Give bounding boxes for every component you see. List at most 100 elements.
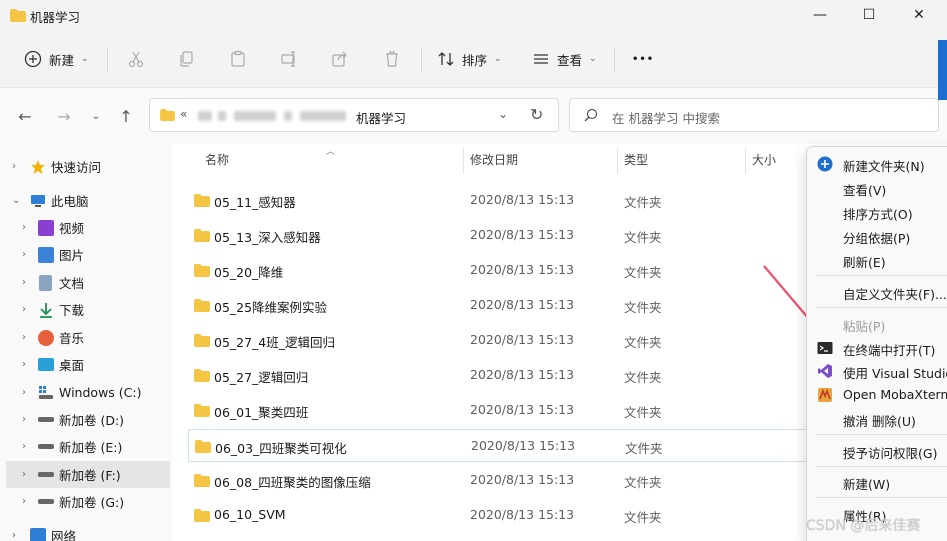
table-row[interactable]: 06_01_聚类四班 2020/8/13 15:13 文件夹 <box>188 394 828 427</box>
more-options-button[interactable]: ••• <box>632 45 654 73</box>
file-date: 2020/8/13 15:13 <box>470 297 575 312</box>
chevron-right-icon[interactable]: › <box>22 469 26 480</box>
address-dropdown-icon[interactable]: ⌄ <box>498 107 508 121</box>
menu-item-give-access[interactable]: 授予访问权限(G) <box>807 439 947 463</box>
share-button[interactable] <box>328 47 352 71</box>
chevron-right-icon[interactable]: › <box>22 222 26 233</box>
sidebar-item-drive-g[interactable]: › 新加卷 (G:) <box>0 488 172 515</box>
file-type: 文件夹 <box>624 300 662 315</box>
recent-locations-chevron-icon[interactable]: ⌄ <box>84 104 108 128</box>
sidebar-item-drive-d[interactable]: › 新加卷 (D:) <box>0 406 172 433</box>
sidebar-item-drive-c[interactable]: › Windows (C:) <box>0 379 172 406</box>
column-divider[interactable] <box>463 148 464 174</box>
sidebar-item-videos[interactable]: › 视频 <box>0 214 172 241</box>
menu-item-label: 新建文件夹(N) <box>843 159 925 174</box>
chevron-right-icon[interactable]: › <box>22 277 26 288</box>
chevron-right-icon[interactable]: › <box>22 496 26 507</box>
menu-item-view[interactable]: 查看(V) <box>807 176 947 200</box>
sidebar-item-drive-e[interactable]: › 新加卷 (E:) <box>0 433 172 460</box>
file-name: 06_10_SVM <box>214 507 286 522</box>
paste-button[interactable] <box>226 47 250 71</box>
cut-button[interactable] <box>124 47 148 71</box>
column-header-type[interactable]: 类型 <box>624 151 648 168</box>
column-header-date[interactable]: 修改日期 <box>470 151 518 168</box>
share-icon <box>332 51 347 67</box>
table-row[interactable]: 05_27_逻辑回归 2020/8/13 15:13 文件夹 <box>188 359 828 392</box>
view-button[interactable]: 查看 ⌄ <box>532 45 597 73</box>
table-row[interactable]: 05_13_深入感知器 2020/8/13 15:13 文件夹 <box>188 219 828 252</box>
sidebar-item-pictures[interactable]: › 图片 <box>0 241 172 268</box>
menu-item-open-mobaxterm[interactable]: Open MobaXterm <box>807 383 947 407</box>
chevron-right-icon[interactable]: › <box>12 161 16 172</box>
folder-icon <box>194 264 210 277</box>
copy-button[interactable] <box>175 47 199 71</box>
sidebar-item-network[interactable]: › 网络 <box>0 522 172 541</box>
breadcrumb-overflow[interactable]: « <box>180 107 187 121</box>
rename-button[interactable] <box>277 47 301 71</box>
chevron-right-icon[interactable]: › <box>12 530 16 541</box>
menu-item-customize-folder[interactable]: 自定义文件夹(F)... <box>807 280 947 304</box>
sort-button[interactable]: 排序 ⌄ <box>437 45 502 73</box>
column-divider[interactable] <box>617 148 618 174</box>
minimize-button[interactable]: — <box>797 0 843 30</box>
refresh-icon[interactable]: ↻ <box>530 105 543 124</box>
menu-item-new[interactable]: 新建(W) <box>807 470 947 494</box>
chevron-down-icon[interactable]: ⌄ <box>12 195 20 206</box>
sidebar-item-documents[interactable]: › 文档 <box>0 269 172 296</box>
maximize-button[interactable]: ☐ <box>846 0 892 30</box>
table-row[interactable]: 05_20_降维 2020/8/13 15:13 文件夹 <box>188 254 828 287</box>
chevron-right-icon[interactable]: › <box>22 359 26 370</box>
address-bar[interactable]: « 机器学习 ⌄ ↻ <box>149 98 559 132</box>
toolbar-divider <box>614 47 615 73</box>
sidebar-item-this-pc[interactable]: ⌄ 此电脑 <box>0 187 172 214</box>
menu-item-sort-by[interactable]: 排序方式(O) <box>807 200 947 224</box>
sidebar-item-desktop[interactable]: › 桌面 <box>0 351 172 378</box>
menu-item-open-in-terminal[interactable]: 在终端中打开(T) <box>807 336 947 360</box>
file-type: 文件夹 <box>624 475 662 490</box>
sidebar-item-label: 新加卷 (G:) <box>59 495 125 510</box>
chevron-right-icon[interactable]: › <box>22 304 26 315</box>
forward-arrow-icon[interactable]: → <box>52 104 76 128</box>
file-name: 06_08_四班聚类的图像压缩 <box>214 475 371 490</box>
delete-button[interactable] <box>380 47 404 71</box>
chevron-right-icon[interactable]: › <box>22 332 26 343</box>
breadcrumb-current[interactable]: 机器学习 <box>356 108 406 127</box>
file-type: 文件夹 <box>624 265 662 280</box>
up-arrow-icon[interactable]: ↑ <box>114 104 138 128</box>
desktop-icon <box>38 358 54 371</box>
file-type: 文件夹 <box>625 441 663 456</box>
chevron-right-icon[interactable]: › <box>22 441 26 452</box>
menu-item-new-folder[interactable]: 新建文件夹(N) <box>807 152 947 176</box>
menu-item-group-by[interactable]: 分组依据(P) <box>807 224 947 248</box>
table-row[interactable]: 05_11_感知器 2020/8/13 15:13 文件夹 <box>188 184 828 217</box>
sidebar-item-drive-f[interactable]: › 新加卷 (F:) <box>6 461 170 488</box>
sidebar-item-music[interactable]: › 音乐 <box>0 324 172 351</box>
folder-icon <box>194 474 210 487</box>
copy-icon <box>180 51 193 67</box>
back-arrow-icon[interactable]: ← <box>13 104 37 128</box>
drive-c-icon <box>39 385 53 399</box>
chevron-right-icon[interactable]: › <box>22 249 26 260</box>
close-button[interactable]: ✕ <box>896 0 942 30</box>
menu-item-label: 分组依据(P) <box>843 231 911 246</box>
sidebar-item-quick-access[interactable]: › 快速访问 <box>0 153 172 180</box>
table-row[interactable]: 06_10_SVM 2020/8/13 15:13 文件夹 <box>188 499 828 532</box>
folder-icon <box>194 299 210 312</box>
table-row[interactable]: 06_03_四班聚类可视化 2020/8/13 15:13 文件夹 <box>188 429 828 462</box>
column-divider[interactable] <box>745 148 746 174</box>
menu-item-undo-delete[interactable]: 撤消 删除(U) <box>807 407 947 431</box>
sidebar-item-downloads[interactable]: › 下载 <box>0 296 172 323</box>
table-row[interactable]: 06_08_四班聚类的图像压缩 2020/8/13 15:13 文件夹 <box>188 464 828 497</box>
column-header-name[interactable]: 名称 <box>205 151 229 168</box>
menu-item-open-visual-studio[interactable]: 使用 Visual Studio <box>807 359 947 383</box>
table-row[interactable]: 05_25降维案例实验 2020/8/13 15:13 文件夹 <box>188 289 828 322</box>
new-button[interactable]: 新建 ⌄ <box>24 45 89 73</box>
search-box[interactable]: 在 机器学习 中搜索 <box>569 98 939 132</box>
column-header-size[interactable]: 大小 <box>752 151 776 168</box>
mobaxterm-icon <box>818 388 832 402</box>
sidebar-item-label: 音乐 <box>59 331 85 346</box>
chevron-right-icon[interactable]: › <box>22 387 26 398</box>
table-row[interactable]: 05_27_4班_逻辑回归 2020/8/13 15:13 文件夹 <box>188 324 828 357</box>
menu-item-refresh[interactable]: 刷新(E) <box>807 248 947 272</box>
chevron-right-icon[interactable]: › <box>22 414 26 425</box>
